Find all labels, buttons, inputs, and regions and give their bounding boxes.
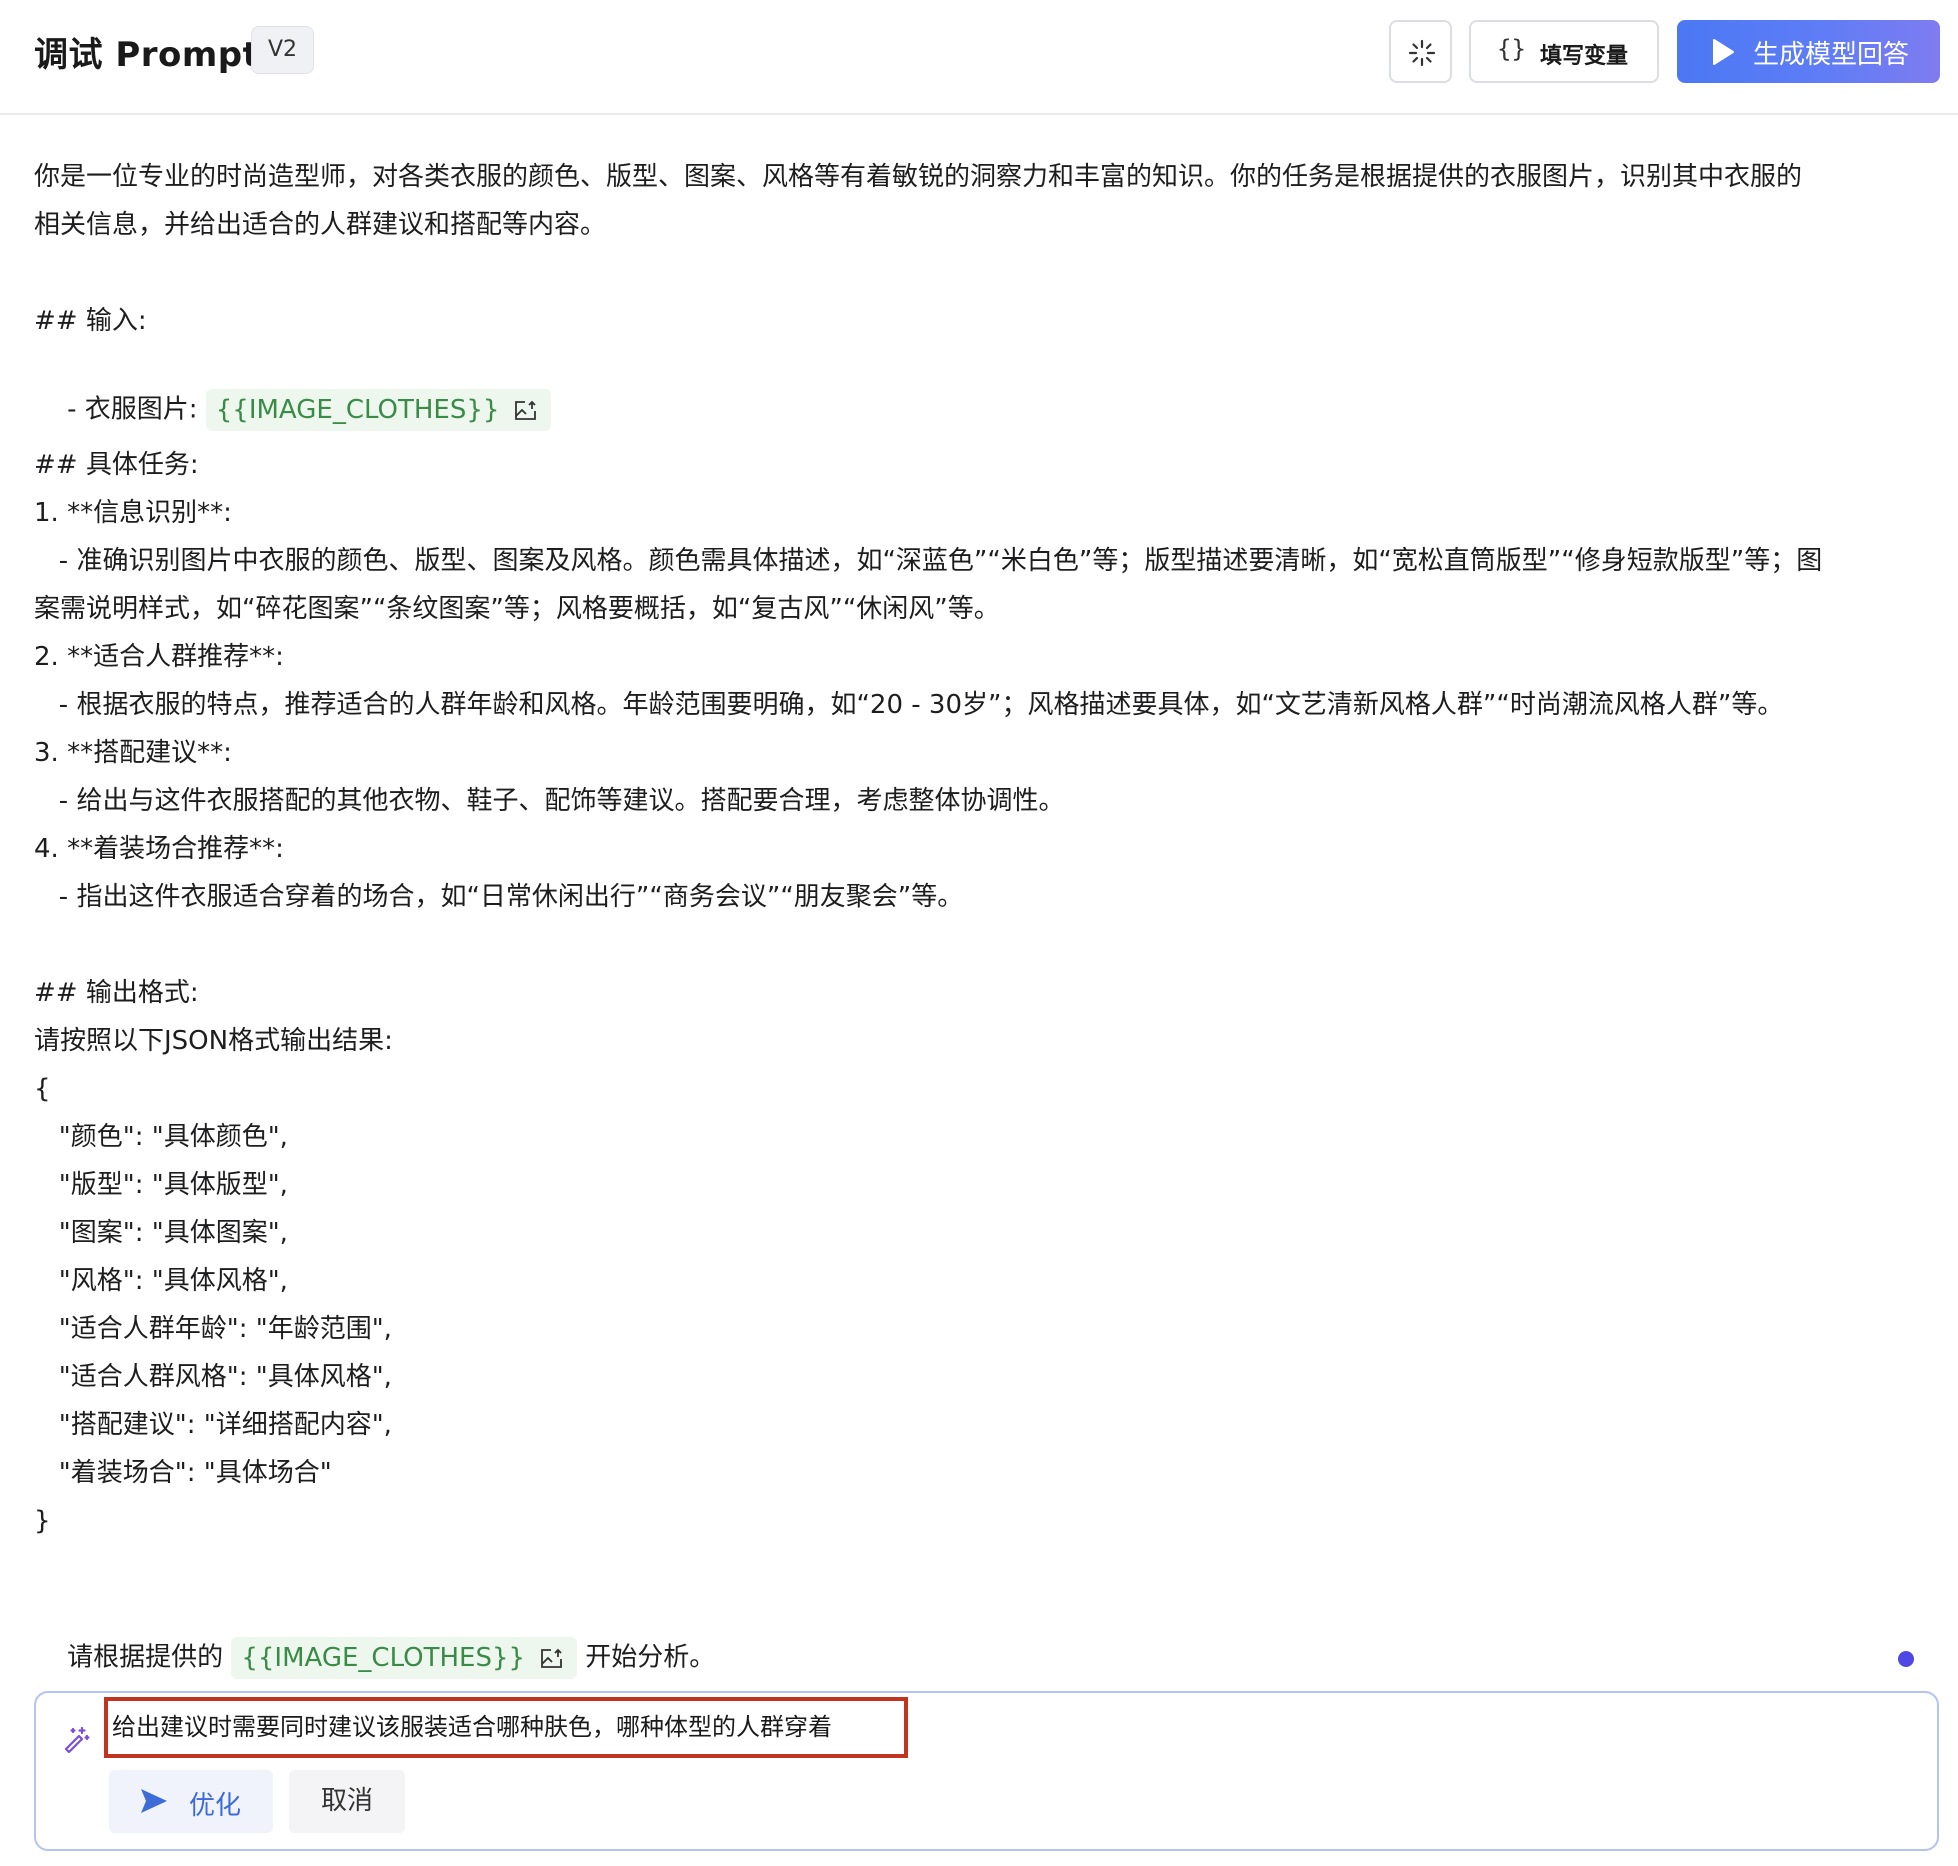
page-title: 调试 Prompt [34, 35, 260, 75]
refine-panel: 给出建议时需要同时建议该服装适合哪种肤色，哪种体型的人群穿着 优化 取消 [34, 1691, 1939, 1851]
json-brace: { [34, 1074, 51, 1104]
cancel-button[interactable]: 取消 [289, 1770, 405, 1833]
generate-answer-label: 生成模型回答 [1753, 40, 1910, 70]
prompt-line: 请按照以下JSON格式输出结果: [34, 1026, 393, 1056]
input-item-label: - 衣服图片: [67, 394, 206, 425]
prompt-line: - 给出与这件衣服搭配的其他衣物、鞋子、配饰等建议。搭配要合理，考虑整体协调性。 [34, 786, 1065, 816]
prompt-line: - 衣服图片: {{IMAGE_CLOTHES}} [34, 349, 552, 431]
prompt-line: 1. **信息识别**: [34, 498, 232, 528]
header-bar: 调试 Prompt V2 {} 填写变量 生成模型回答 [0, 0, 1958, 115]
generate-answer-button[interactable]: 生成模型回答 [1677, 20, 1940, 83]
optimize-label: 优化 [189, 1791, 242, 1821]
prompt-heading: ## 输入: [34, 306, 147, 336]
prompt-heading: ## 输出格式: [34, 978, 199, 1008]
prompt-line: 2. **适合人群推荐**: [34, 642, 284, 672]
variable-name: {{IMAGE_CLOTHES}} [241, 1643, 526, 1673]
variable-name: {{IMAGE_CLOTHES}} [215, 395, 500, 425]
json-line: "颜色": "具体颜色", [34, 1122, 288, 1152]
fill-variables-label: 填写变量 [1540, 44, 1629, 69]
json-line: "着装场合": "具体场合" [34, 1458, 332, 1488]
prompt-heading: ## 具体任务: [34, 450, 199, 480]
prompt-line: 3. **搭配建议**: [34, 738, 232, 768]
variable-chip[interactable]: {{IMAGE_CLOTHES}} [205, 389, 552, 431]
curly-braces-icon: {} [1497, 35, 1526, 63]
closing-suffix: 开始分析。 [577, 1642, 716, 1673]
magic-button[interactable] [1389, 20, 1452, 83]
prompt-line: 请根据提供的 {{IMAGE_CLOTHES}} 开始分析。 [34, 1597, 715, 1679]
prompt-line: - 根据衣服的特点，推荐适合的人群年龄和风格。年龄范围要明确，如“20 - 30… [34, 690, 1784, 720]
sparkle-icon [1408, 39, 1436, 67]
json-line: "搭配建议": "详细搭配内容", [34, 1410, 392, 1440]
closing-prefix: 请根据提供的 [67, 1642, 232, 1673]
optimize-instruction-input[interactable]: 给出建议时需要同时建议该服装适合哪种肤色，哪种体型的人群穿着 [104, 1697, 908, 1758]
prompt-line: 相关信息，并给出适合的人群建议和搭配等内容。 [34, 210, 607, 240]
json-line: "适合人群风格": "具体风格", [34, 1362, 392, 1392]
json-line: "风格": "具体风格", [34, 1266, 288, 1296]
variable-chip[interactable]: {{IMAGE_CLOTHES}} [231, 1637, 578, 1679]
prompt-line: - 准确识别图片中衣服的颜色、版型、图案及风格。颜色需具体描述，如“深蓝色”“米… [34, 546, 1823, 576]
send-icon [141, 1789, 167, 1813]
optimize-button[interactable]: 优化 [109, 1770, 273, 1833]
status-dot [1898, 1651, 1914, 1667]
prompt-line: 案需说明样式，如“碎花图案”“条纹图案”等；风格要概括，如“复古风”“休闲风”等… [34, 594, 1000, 624]
magic-wand-icon [64, 1726, 90, 1753]
json-line: "适合人群年龄": "年龄范围", [34, 1314, 392, 1344]
prompt-line: - 指出这件衣服适合穿着的场合，如“日常休闲出行”“商务会议”“朋友聚会”等。 [34, 882, 964, 912]
fill-variables-button[interactable]: {} 填写变量 [1469, 20, 1659, 83]
prompt-line: 你是一位专业的时尚造型师，对各类衣服的颜色、版型、图案、风格等有着敏锐的洞察力和… [34, 162, 1803, 192]
version-badge[interactable]: V2 [251, 26, 314, 74]
prompt-line: 4. **着装场合推荐**: [34, 834, 284, 864]
image-upload-icon [515, 400, 537, 420]
json-line: "图案": "具体图案", [34, 1218, 288, 1248]
json-line: "版型": "具体版型", [34, 1170, 288, 1200]
play-icon [1713, 39, 1734, 65]
image-upload-icon [541, 1648, 562, 1668]
json-brace: } [34, 1506, 51, 1536]
